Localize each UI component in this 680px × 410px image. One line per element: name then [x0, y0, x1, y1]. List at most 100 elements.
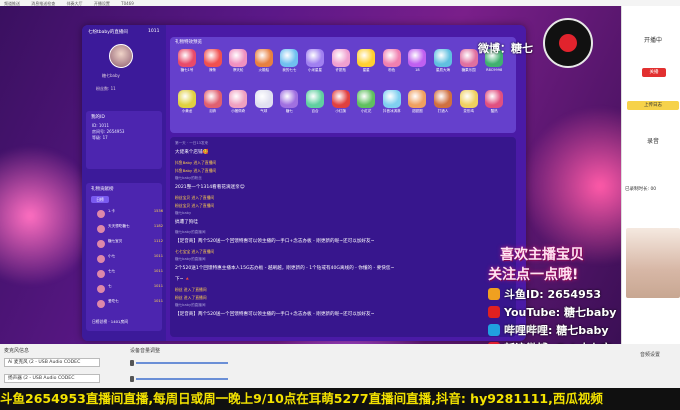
user-name: 糖七baby [102, 73, 120, 78]
speaker-device-select[interactable]: 扬声器 (2 - USB Audio CODEC [4, 374, 100, 383]
rank-value: 1112 [153, 239, 163, 243]
chat-message: 2个520送1个回馈特惠主播本人15G志办板 - 越刷越，刚更新的 - 1个钻戒… [175, 266, 395, 271]
promo-text: 哔哩哔哩: 糖七baby [504, 324, 609, 337]
gift-item[interactable]: 甜甜圈 [406, 90, 428, 120]
rank-row[interactable]: 爱吃七 1011 [91, 299, 165, 309]
chat-message: 【足音商】两个520送一个回馈特惠可以领主播的一手口+念志办板 - 刚更新的呢~… [175, 239, 375, 244]
rank-title: 礼物贡献榜 [91, 187, 114, 192]
rank-row[interactable]: 天天想吃糖七 1182 [91, 224, 165, 234]
gift-item[interactable]: 火箭船 [253, 49, 275, 79]
audio-settings-label[interactable]: 音频设置 [640, 351, 660, 358]
gift-item[interactable]: 辣条 [202, 49, 224, 79]
rank-value: 1011 [153, 269, 163, 273]
chat-meta: 糖七baby的直播间 [175, 303, 206, 307]
rank-tab-day[interactable]: 日榜 [91, 196, 109, 203]
avatar[interactable] [109, 44, 133, 68]
chat-message: 下~ 🔺 [175, 277, 191, 282]
rank-name: 1.卡 [108, 209, 116, 213]
rank-name: 天天想吃糖七 [108, 224, 130, 228]
gift-item[interactable]: 小猪佩奇 [227, 90, 249, 120]
gift-item[interactable]: 酷热 [483, 90, 505, 120]
mic-volume-knob[interactable] [130, 360, 134, 366]
mic-device-select[interactable]: Ai 麦克风 (2 - USB Audio CODEC [4, 358, 100, 367]
gift-item[interactable]: 糖七1号 [176, 49, 198, 79]
weibo-logo-icon [543, 18, 593, 68]
promo-overlay: 喜欢主播宝贝 关注点一点哦! 斗鱼ID: 2654953 YouTube: 糖七b… [488, 244, 621, 344]
speaker-volume-knob[interactable] [130, 376, 134, 382]
gift-label: 我的七七 [282, 68, 297, 72]
rank-panel: 礼物贡献榜 日榜 1.卡 1536 天天想吃糖七 1182 糖七宝贝 1112 小七 1… [86, 183, 165, 331]
gift-label: 辣条 [209, 68, 217, 72]
stop-live-button[interactable]: 关播 [642, 68, 666, 77]
streamer-photo [626, 228, 680, 298]
promo-line: 斗鱼ID: 2654953 [488, 286, 621, 304]
record-duration: 已录制时长: 00 [625, 187, 657, 192]
gift-label: 小红花 [360, 109, 372, 113]
gift-icon [408, 49, 427, 67]
gift-item[interactable]: 我的七七 [278, 49, 300, 79]
gift-item[interactable]: 粉色 [381, 49, 403, 79]
gift-label: 火箭船 [258, 68, 270, 72]
chat-system-message: 粉丝宝贝 进入了直播间 [175, 195, 215, 200]
weibo-top-label: 微博：糖七 [478, 42, 533, 55]
gift-label: 摩天轮 [232, 68, 244, 72]
mic-label: 麦克风信息 [4, 348, 30, 354]
gift-icon [306, 90, 324, 108]
gift-item[interactable]: 小黄龙 [176, 90, 198, 120]
youtube-icon [488, 306, 500, 318]
gift-item[interactable]: 气球 [253, 90, 275, 120]
rank-avatar [97, 210, 105, 218]
gift-icon [485, 90, 504, 108]
rank-avatar [97, 270, 105, 278]
douyu-icon [488, 288, 500, 300]
gift-label: 糖七1号 [180, 68, 194, 72]
gift-label: 小红旗 [335, 109, 346, 113]
upload-log-button[interactable]: 上传日志 [627, 101, 679, 110]
rank-row[interactable]: 小七 1011 [91, 254, 165, 264]
chat-meta: 糖七baby [175, 211, 192, 215]
rank-row[interactable]: 糖七宝贝 1112 [91, 239, 165, 249]
gift-item[interactable]: 打酒人 [432, 90, 454, 120]
live-app-window: 七纷tbaby的直播间 1011 糖七baby 粉丝数: 11 我的ID ID:… [82, 25, 526, 341]
gift-item[interactable]: 星星 [355, 49, 377, 79]
gift-icon [459, 49, 478, 67]
promo-line: YouTube: 糖七baby [488, 304, 621, 322]
gift-item[interactable]: 小红旗 [330, 90, 352, 120]
app-tab[interactable]: 1011 [148, 29, 159, 34]
rank-row[interactable]: 七七 1011 [91, 269, 165, 279]
rank-value: 1536 [153, 209, 163, 213]
gift-item[interactable]: 许愿瓶 [330, 49, 352, 79]
mic-volume-slider[interactable] [136, 362, 228, 364]
gift-item[interactable]: 变形鸡 [458, 90, 480, 120]
gift-label: 小猪佩奇 [231, 109, 246, 113]
gift-icon [254, 90, 273, 108]
gift-item[interactable]: 18 [406, 49, 428, 79]
gift-icon [331, 90, 350, 108]
chat-system-message: 粉丝 进入了直播间 [175, 295, 207, 300]
gift-item[interactable]: 抖音冰淇淋 [381, 90, 403, 120]
gift-label: 许愿瓶 [335, 68, 346, 72]
gift-icon [331, 49, 350, 67]
gift-item[interactable]: 百合 [304, 90, 326, 120]
speaker-volume-slider[interactable] [136, 378, 228, 380]
gift-label: 18 [415, 68, 420, 72]
gift-item[interactable]: 泪奔 [202, 90, 224, 120]
rank-avatar [97, 240, 105, 248]
gift-label: 变形鸡 [463, 109, 474, 113]
gift-item[interactable]: 糖果乐园 [458, 49, 480, 79]
chat-system-message: 粉丝宝贝 进入了直播间 [175, 203, 215, 208]
gift-icon [382, 90, 401, 108]
gift-item[interactable]: 星辰大海 [432, 49, 454, 79]
rank-row[interactable]: 1.卡 1536 [91, 209, 165, 219]
gift-icon [229, 90, 248, 108]
info-panel: 我的ID ID: 1011 房间号: 2654953 等级: 17 [86, 111, 162, 169]
gift-item[interactable]: 小米星星 [304, 49, 326, 79]
gift-item[interactable]: 糖七 [278, 90, 300, 120]
rank-row[interactable]: 七 1011 [91, 284, 165, 294]
gift-icon [357, 49, 376, 67]
gift-item[interactable]: 摩天轮 [227, 49, 249, 79]
chat-system-message: 粉丝 进入了直播间 [175, 287, 207, 292]
rank-footer: 日榜总榜 · 1401房间 [92, 319, 129, 324]
gift-icon [203, 90, 222, 108]
gift-item[interactable]: 小红花 [355, 90, 377, 120]
